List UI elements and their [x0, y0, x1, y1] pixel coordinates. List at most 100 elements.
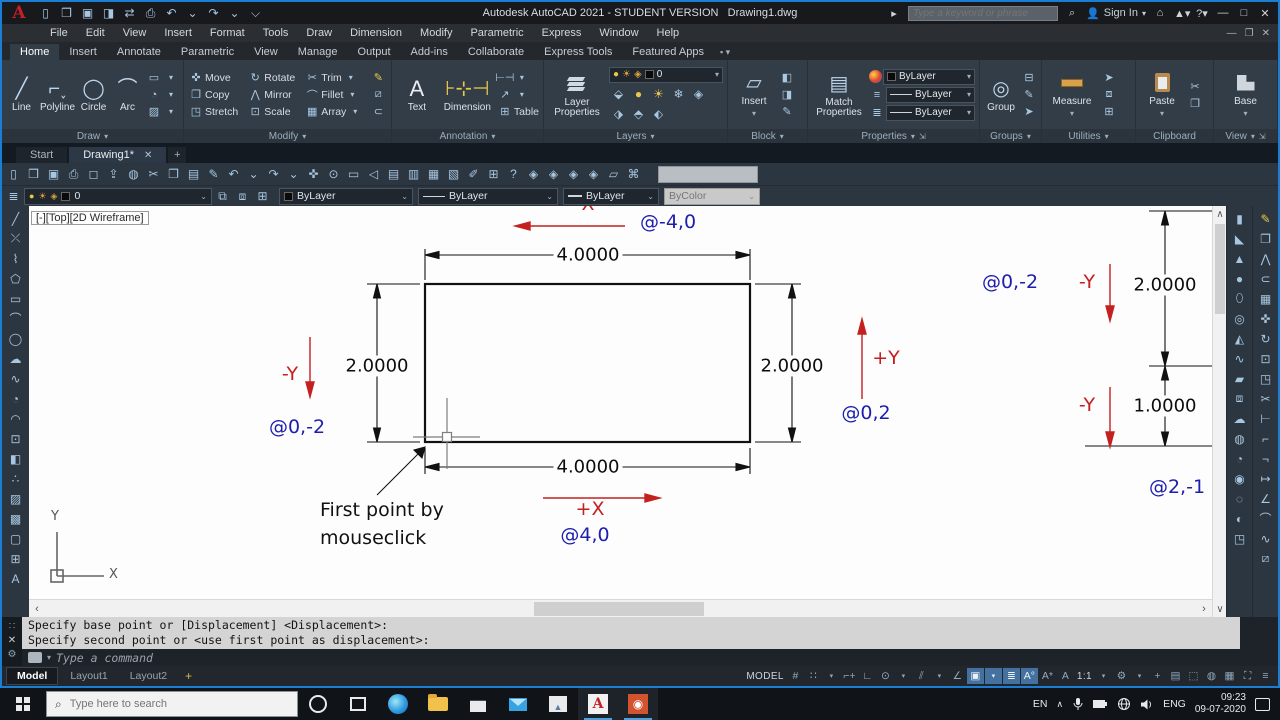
autodesk-icon[interactable]: ▲▾ — [1174, 7, 1190, 20]
tab-parametric[interactable]: Parametric — [171, 44, 244, 60]
menu-tools[interactable]: Tools — [255, 26, 297, 40]
subtract-icon[interactable]: ◌ — [1229, 489, 1250, 508]
match-properties-icon[interactable]: ✎ — [204, 165, 223, 183]
erase-icon[interactable]: ✎ — [1255, 209, 1276, 228]
wrench-icon[interactable]: ⚙ — [8, 649, 17, 660]
file-tab-drawing1[interactable]: Drawing1* ✕ — [69, 147, 167, 163]
match-properties-button[interactable]: ▤ Match Properties — [812, 72, 866, 118]
fillet-icon[interactable]: ⌒ — [304, 87, 320, 102]
open-file-icon[interactable]: ❒ — [24, 165, 43, 183]
group-button[interactable]: ◎ Group — [984, 77, 1018, 113]
blend-icon[interactable]: ∿ — [1255, 529, 1276, 548]
tool-palettes-icon[interactable]: ▦ — [424, 165, 443, 183]
tab-layout2[interactable]: Layout2 — [120, 668, 177, 684]
customization-icon[interactable]: ≡ — [1257, 668, 1274, 684]
gradient-icon[interactable]: ▩ — [5, 509, 27, 528]
transfer-icon[interactable]: ⇄ — [120, 4, 139, 22]
close-tab-icon[interactable]: ✕ — [144, 150, 152, 161]
workspace-gear-icon[interactable]: ⚙ — [1113, 668, 1130, 684]
properties-palette-icon[interactable]: ▤ — [384, 165, 403, 183]
caret-icon[interactable]: ▾ — [514, 70, 530, 85]
trim-icon[interactable]: ✂ — [304, 70, 320, 85]
lineweight-control-dropdown[interactable]: ByLayer ⌄ — [563, 187, 659, 205]
group-select-icon[interactable]: ➤ — [1021, 104, 1037, 119]
undo-caret-icon[interactable]: ⌄ — [183, 4, 202, 22]
mirror-icon[interactable]: ⋀ — [1255, 249, 1276, 268]
panel-label-utilities[interactable]: Utilities ▾ — [1042, 129, 1135, 143]
edge-button[interactable] — [378, 688, 418, 720]
hatch-icon[interactable]: ▨ — [5, 489, 27, 508]
sculpt-icon[interactable]: ◳ — [1229, 529, 1250, 548]
explode-icon[interactable]: ⧄ — [370, 87, 386, 102]
dim-style-icon[interactable]: ⊢⊣ — [495, 70, 514, 85]
insert-button[interactable]: ▱ Insert ▾ — [732, 71, 776, 119]
extend-icon[interactable]: ⊢ — [1255, 409, 1276, 428]
redo-caret-icon[interactable]: ⌄ — [225, 4, 244, 22]
pyramid-icon[interactable]: ◭ — [1229, 329, 1250, 348]
chevron-down-icon[interactable]: ▾ — [47, 653, 51, 662]
sweep-icon[interactable]: ◔ — [1229, 449, 1250, 468]
quick-properties-icon[interactable]: ⬚ — [1185, 668, 1202, 684]
spline-icon[interactable]: ∿ — [5, 369, 27, 388]
app-menu-button[interactable]: A — [2, 2, 36, 24]
doc-close-button[interactable]: ✕ — [1262, 28, 1270, 39]
layer-isolate-icon[interactable]: ⧈ — [233, 187, 252, 205]
isolate-objects-icon[interactable]: ◍ — [1203, 668, 1220, 684]
help-search-input[interactable] — [908, 5, 1059, 21]
erase-icon[interactable]: ✎ — [370, 70, 386, 85]
taskbar-search-input[interactable] — [69, 698, 260, 710]
lineweight-display-icon[interactable]: ≣ — [1002, 668, 1020, 684]
tab-output[interactable]: Output — [348, 44, 401, 60]
point-icon[interactable]: ∴ — [5, 469, 27, 488]
array-icon[interactable]: ▦ — [1255, 289, 1276, 308]
taskbar-search[interactable]: ⌕ — [46, 691, 298, 717]
plot-icon[interactable]: ⎙ — [64, 165, 83, 183]
plot-icon[interactable]: ⎙ — [141, 4, 160, 22]
line-button[interactable]: ╱ Line — [6, 77, 37, 113]
layer-properties-icon[interactable]: ≣ — [4, 187, 23, 205]
cortana-button[interactable] — [298, 688, 338, 720]
viewport-controls[interactable]: [-][Top][2D Wireframe] — [31, 211, 149, 225]
measure-button[interactable]: Measure ▾ — [1046, 71, 1098, 119]
app-store-cart-icon[interactable]: ⌂ — [1153, 7, 1167, 19]
start-button[interactable] — [0, 688, 46, 720]
named-views-icon[interactable]: ▱ — [604, 165, 623, 183]
fillet-icon[interactable]: ⌒ — [1255, 509, 1276, 528]
save-icon[interactable]: ▣ — [78, 4, 97, 22]
rectangle-icon[interactable]: ▭ — [146, 70, 162, 85]
copy-icon[interactable]: ❐ — [188, 87, 204, 102]
layer-unisolate-icon[interactable]: ⊞ — [253, 187, 272, 205]
mail-button[interactable] — [498, 688, 538, 720]
photos-button[interactable]: ▲ — [538, 688, 578, 720]
base-button[interactable]: Base ▾ — [1224, 71, 1268, 119]
redo-icon[interactable]: ↷ — [264, 165, 283, 183]
battery-icon[interactable] — [1093, 698, 1108, 710]
save-as-icon[interactable]: ◨ — [99, 4, 118, 22]
planesurf-icon[interactable]: ▰ — [1229, 369, 1250, 388]
box-icon[interactable]: ▮ — [1229, 209, 1250, 228]
menu-parametric[interactable]: Parametric — [462, 26, 531, 40]
stretch-icon[interactable]: ◳ — [188, 104, 204, 119]
help-icon[interactable]: ?▾ — [1195, 7, 1209, 20]
scale-icon[interactable]: ⊡ — [1255, 349, 1276, 368]
new-file-icon[interactable]: ▯ — [4, 165, 23, 183]
extrude-icon[interactable]: ⧈ — [1229, 389, 1250, 408]
microphone-icon[interactable] — [1072, 697, 1084, 711]
scroll-down-icon[interactable]: ∨ — [1213, 601, 1227, 617]
trim-icon[interactable]: ✂ — [1255, 389, 1276, 408]
text-button[interactable]: A Text — [396, 77, 438, 113]
hscroll-thumb[interactable] — [534, 602, 704, 616]
zoom-window-icon[interactable]: ▭ — [344, 165, 363, 183]
publish-icon[interactable]: ⇪ — [104, 165, 123, 183]
named-view-dropdown[interactable] — [658, 165, 758, 183]
copy-clip-icon[interactable]: ❐ — [164, 165, 183, 183]
sheetset-icon[interactable]: ▧ — [444, 165, 463, 183]
copy-icon[interactable]: ❐ — [1255, 229, 1276, 248]
tab-model[interactable]: Model — [6, 667, 59, 685]
language-indicator-2[interactable]: ENG — [1163, 698, 1186, 710]
layer-bulb-icon[interactable]: ● — [629, 85, 648, 103]
color-control-dropdown[interactable]: ByLayer ⌄ — [279, 187, 413, 205]
arc-button[interactable]: ⌒ Arc — [112, 77, 143, 113]
mirror-icon[interactable]: ⋀ — [247, 87, 263, 102]
layer-prev2-icon[interactable]: ⬖ — [649, 105, 668, 123]
